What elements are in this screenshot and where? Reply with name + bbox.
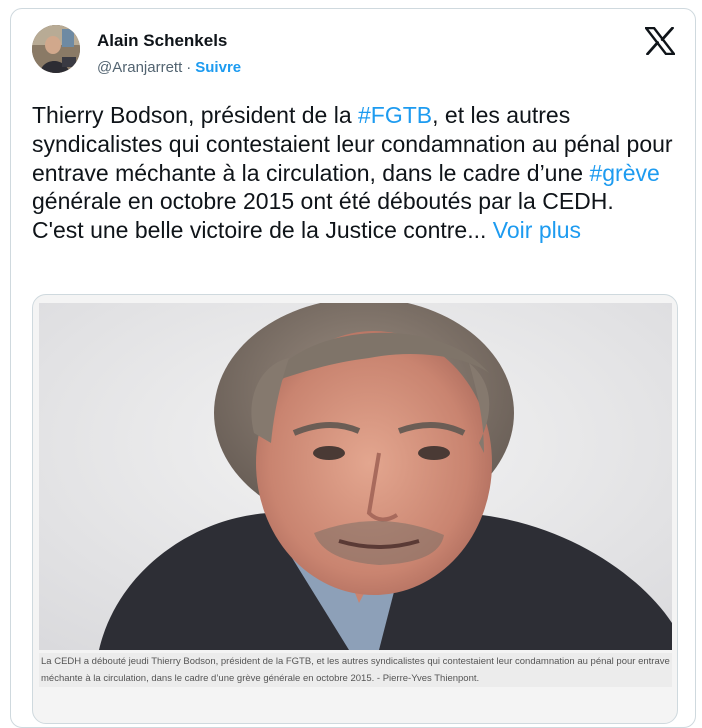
tweet-text-part: générale en octobre 2015 ont été débouté… <box>32 188 614 215</box>
hashtag-link-fgtb[interactable]: #FGTB <box>358 102 432 128</box>
follow-button[interactable]: Suivre <box>195 59 241 76</box>
handle-row: @Aranjarrett · Suivre <box>97 59 241 76</box>
author-name[interactable]: Alain Schenkels <box>97 31 227 51</box>
tweet-text-part: C'est une belle victoire de la Justice c… <box>32 217 493 244</box>
tweet-media[interactable]: La CEDH a débouté jeudi Thierry Bodson, … <box>32 294 678 724</box>
tweet-card: Alain Schenkels @Aranjarrett · Suivre Thie… <box>10 8 696 728</box>
show-more-link[interactable]: Voir plus <box>493 217 581 243</box>
author-handle[interactable]: @Aranjarrett <box>97 59 182 76</box>
image-caption: La CEDH a débouté jeudi Thierry Bodson, … <box>39 653 672 687</box>
avatar[interactable] <box>32 25 80 73</box>
hashtag-link-greve[interactable]: #grève <box>589 160 659 186</box>
tweet-text: Thierry Bodson, président de la #FGTB, e… <box>32 101 682 245</box>
tweet-text-part: Thierry Bodson, président de la <box>32 102 359 128</box>
separator-dot: · <box>186 59 192 76</box>
portrait-photo <box>39 303 672 650</box>
x-logo-icon[interactable] <box>644 26 676 56</box>
avatar-photo <box>32 25 80 73</box>
news-photo[interactable] <box>39 303 672 650</box>
